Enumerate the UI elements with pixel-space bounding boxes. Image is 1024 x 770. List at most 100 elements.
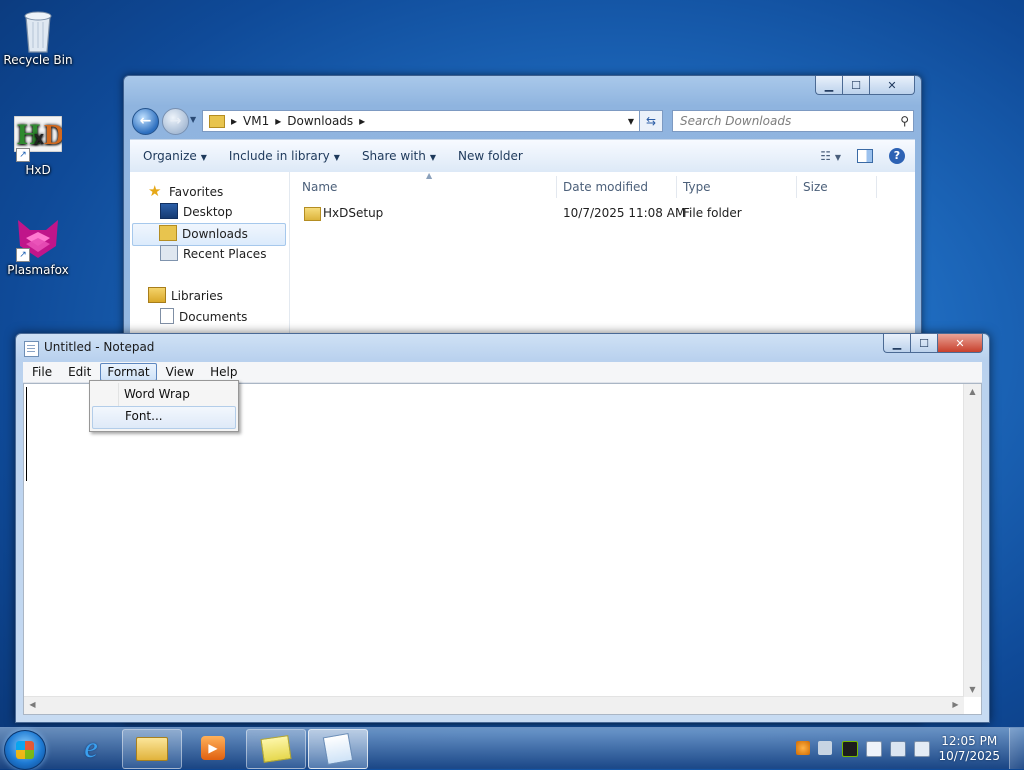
volume-muted-icon[interactable]	[914, 741, 930, 757]
menu-file[interactable]: File	[25, 363, 59, 381]
text-editor[interactable]: ▲ ▼ ◀ ▶	[23, 383, 982, 715]
shortcut-arrow-icon: ↗	[16, 248, 30, 262]
close-button[interactable]: ✕	[937, 334, 983, 353]
file-row-hxdsetup[interactable]: HxDSetup 10/7/2025 11:08 AM File folder	[290, 202, 915, 224]
media-player-icon: ▶	[201, 736, 225, 760]
text-cursor	[26, 387, 27, 481]
taskbar-sticky-notes[interactable]	[246, 729, 306, 769]
chevron-down-icon: ▼	[333, 153, 340, 162]
column-header-date-modified[interactable]: Date modified	[563, 180, 648, 194]
search-placeholder: Search Downloads	[680, 114, 792, 128]
start-button[interactable]	[4, 730, 46, 770]
new-folder-button[interactable]: New folder	[447, 149, 534, 163]
vertical-scrollbar[interactable]: ▲ ▼	[963, 384, 981, 697]
nav-documents[interactable]: Documents	[160, 307, 247, 328]
desktop-icon-label: Plasmafox	[7, 263, 69, 277]
clock[interactable]: 12:05 PM 10/7/2025	[938, 734, 1000, 764]
taskbar: e ▶ 12:05 PM 10/7/2025	[0, 727, 1024, 770]
shortcut-arrow-icon: ↗	[16, 148, 30, 162]
documents-icon	[160, 308, 174, 324]
search-tray-icon[interactable]	[796, 741, 810, 755]
breadcrumb-separator-icon: ▸	[231, 114, 238, 128]
chevron-down-icon: ▼	[429, 153, 436, 162]
help-icon[interactable]: ?	[889, 148, 905, 164]
network-icon[interactable]	[890, 741, 906, 757]
explorer-window-controls: ▁ ☐ ✕	[815, 76, 915, 95]
breadcrumb-downloads[interactable]: Downloads	[287, 114, 353, 128]
explorer-address-row: ← → ▼ ▸ VM1 ▸ Downloads ▸ ▼ ⇆ Search Dow…	[132, 107, 914, 135]
horizontal-scrollbar[interactable]: ◀ ▶	[24, 696, 964, 714]
desktop-icon-label: Recycle Bin	[3, 53, 73, 67]
menu-format[interactable]: Format	[100, 363, 157, 381]
plasmafox-app-icon: ↗	[16, 216, 60, 262]
nav-favorites[interactable]: ★ Favorites	[148, 181, 223, 202]
desktop-icon-recycle-bin[interactable]: Recycle Bin	[0, 6, 76, 67]
view-options-icon[interactable]: ☷ ▼	[820, 149, 841, 163]
system-tray: 12:05 PM 10/7/2025	[788, 728, 1024, 769]
address-bar[interactable]: ▸ VM1 ▸ Downloads ▸ ▼	[202, 110, 640, 132]
menu-view[interactable]: View	[159, 363, 201, 381]
notepad-window-controls: ▁ ☐ ✕	[883, 334, 983, 353]
clock-date: 10/7/2025	[938, 749, 1000, 763]
desktop-icon-hxd[interactable]: H x D ↗ HxD	[0, 115, 76, 177]
desktop-icon-plasmafox[interactable]: ↗ Plasmafox	[0, 216, 76, 277]
internet-explorer-icon: e	[84, 731, 98, 764]
file-type: File folder	[683, 206, 742, 220]
taskbar-media-player[interactable]: ▶	[184, 729, 242, 767]
explorer-command-bar: Organize ▼ Include in library ▼ Share with…	[130, 139, 915, 173]
window-title: Untitled - Notepad	[44, 340, 155, 354]
menu-edit[interactable]: Edit	[61, 363, 98, 381]
minimize-button[interactable]: ▁	[883, 334, 910, 353]
folder-icon	[209, 114, 225, 128]
svg-text:D: D	[44, 120, 62, 151]
scroll-down-icon[interactable]: ▼	[964, 685, 981, 694]
maximize-button[interactable]: ☐	[910, 334, 937, 353]
show-desktop-button[interactable]	[1009, 728, 1024, 769]
column-header-type[interactable]: Type	[683, 180, 711, 194]
menu-item-font[interactable]: Font...	[92, 406, 236, 429]
downloads-folder-icon	[159, 225, 177, 241]
back-button[interactable]: ←	[132, 108, 159, 135]
column-header-size[interactable]: Size	[803, 180, 828, 194]
minimize-button[interactable]: ▁	[815, 76, 842, 95]
bluetooth-icon[interactable]	[818, 741, 832, 755]
search-icon[interactable]: ⚲	[900, 111, 909, 131]
star-icon: ★	[148, 182, 162, 200]
scroll-right-icon[interactable]: ▶	[947, 700, 964, 709]
nav-desktop[interactable]: Desktop	[160, 202, 233, 223]
nav-downloads[interactable]: Downloads	[132, 223, 286, 246]
organize-button[interactable]: Organize ▼	[132, 149, 218, 163]
desktop-icon-label: HxD	[25, 163, 51, 177]
close-button[interactable]: ✕	[869, 76, 915, 95]
taskbar-internet-explorer[interactable]: e	[62, 729, 120, 767]
file-date-modified: 10/7/2025 11:08 AM	[563, 206, 686, 220]
svg-text:x: x	[34, 128, 44, 148]
recent-pages-chevron-icon[interactable]: ▼	[190, 115, 196, 124]
scroll-up-icon[interactable]: ▲	[964, 387, 981, 396]
taskbar-notepad[interactable]	[308, 729, 368, 769]
column-header-name[interactable]: Name	[302, 180, 337, 194]
menu-item-word-wrap[interactable]: Word Wrap	[92, 384, 236, 405]
breadcrumb-vm1[interactable]: VM1	[243, 114, 269, 128]
menu-help[interactable]: Help	[203, 363, 244, 381]
forward-button[interactable]: →	[162, 108, 189, 135]
nav-libraries[interactable]: Libraries	[148, 286, 223, 307]
share-with-button[interactable]: Share with ▼	[351, 149, 447, 163]
recent-places-icon	[160, 245, 178, 261]
include-in-library-button[interactable]: Include in library ▼	[218, 149, 351, 163]
nav-recent-places[interactable]: Recent Places	[160, 244, 266, 265]
breadcrumb-separator-icon: ▸	[275, 114, 282, 128]
breadcrumb-separator-icon: ▸	[359, 114, 366, 128]
action-center-icon[interactable]	[866, 741, 882, 757]
nvidia-icon[interactable]	[842, 741, 858, 757]
preview-pane-icon[interactable]	[857, 149, 873, 163]
notepad-icon	[322, 732, 354, 766]
scroll-left-icon[interactable]: ◀	[24, 700, 41, 709]
search-input[interactable]: Search Downloads ⚲	[672, 110, 914, 132]
chevron-down-icon: ▼	[200, 153, 207, 162]
maximize-button[interactable]: ☐	[842, 76, 869, 95]
taskbar-windows-explorer[interactable]	[122, 729, 182, 769]
recycle-bin-icon	[16, 6, 60, 53]
address-dropdown-icon[interactable]: ▼	[628, 117, 634, 126]
refresh-button[interactable]: ⇆	[639, 110, 663, 132]
